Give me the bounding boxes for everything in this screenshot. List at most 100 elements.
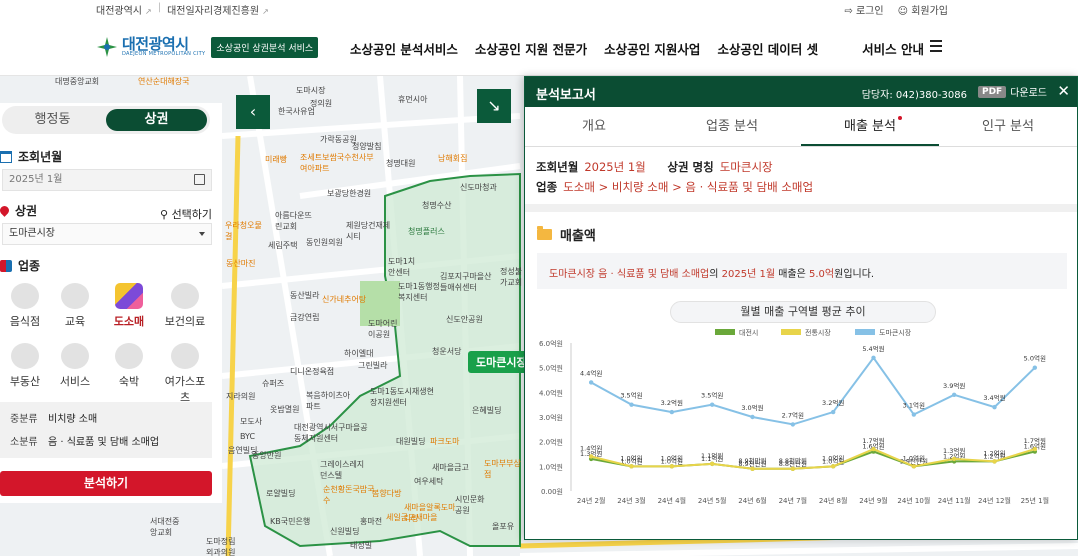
category-realestate[interactable]: 부동산 bbox=[0, 343, 50, 389]
tab-population[interactable]: 인구 분석 bbox=[939, 107, 1077, 146]
x-tick-label: 24년 3월 bbox=[617, 496, 645, 505]
x-tick-label: 24년 4월 bbox=[658, 496, 686, 505]
map-label: 도마시장 bbox=[296, 86, 326, 95]
tab-overview[interactable]: 개요 bbox=[525, 107, 663, 146]
map-label: 새마을금고 bbox=[432, 463, 469, 472]
map-label: 지라의원 bbox=[226, 392, 256, 401]
collapse-left-arrow-icon[interactable]: ‹ bbox=[236, 95, 270, 129]
sales-chart: 월별 매출 구역별 평균 추이 0.00원 1.0억원 2.0억원 3.0억원 4.0억… bbox=[525, 295, 1077, 518]
map-label: 디니온정육점 bbox=[290, 367, 335, 376]
report-title: 분석보고서 bbox=[536, 88, 596, 103]
data-label: 3.2억원 bbox=[822, 398, 844, 407]
link-daejeon[interactable]: 대전광역시 ↗ bbox=[96, 2, 152, 17]
series-line-2 bbox=[590, 356, 1036, 426]
pill-icon bbox=[171, 283, 199, 309]
map-label: 순천황돈국밥국수 bbox=[323, 485, 375, 505]
map-label: 동인원의원 bbox=[306, 238, 343, 247]
category-education[interactable]: 교육 bbox=[50, 283, 100, 329]
map-label: 봄향다방 bbox=[372, 489, 402, 498]
x-tick-label: 24년 11월 bbox=[938, 496, 971, 505]
map-label: 신도안공원 bbox=[446, 315, 483, 324]
series-line-1 bbox=[590, 447, 1036, 470]
period-title: 조회년월 bbox=[0, 148, 62, 165]
tab-business[interactable]: 업종 분석 bbox=[663, 107, 801, 146]
service-icon bbox=[61, 343, 89, 369]
category-health[interactable]: 보건의료 bbox=[160, 283, 210, 329]
nav-guide[interactable]: 서비스 안내 bbox=[862, 39, 924, 58]
data-point bbox=[830, 409, 836, 415]
bed-icon bbox=[115, 343, 143, 369]
nav-support[interactable]: 소상공인 지원사업 bbox=[604, 39, 700, 58]
sales-summary: 도마큰시장 음 · 식료품 및 담배 소매업의 2025년 1월 매출은 5.0… bbox=[537, 253, 1067, 289]
pdf-download-button[interactable]: PDF 다운로드 bbox=[977, 84, 1047, 99]
logo-subtitle: DAEJEON METROPOLITAN CITY bbox=[122, 51, 206, 57]
map-label: 여우세탁 bbox=[414, 477, 444, 486]
category-lodging[interactable]: 숙박 bbox=[104, 343, 154, 389]
analyze-button[interactable]: 분석하기 bbox=[0, 471, 212, 496]
mid-category-value: 비치량 소매 bbox=[48, 414, 98, 425]
util-bar: 대전광역시 ↗ | 대전일자리경제진흥원 ↗ ⇨ 로그인 ☺ 회원가입 bbox=[96, 2, 948, 17]
data-point bbox=[669, 409, 675, 415]
map-label: 청운서당 bbox=[432, 347, 462, 356]
sub-category-key: 소분류 bbox=[10, 437, 38, 448]
magnifier-house-icon bbox=[11, 343, 39, 369]
category-service[interactable]: 서비스 bbox=[50, 343, 100, 389]
map-label: KB국민은행 bbox=[270, 517, 311, 526]
header: 대전광역시 DAEJEON METROPOLITAN CITY 소상공인 상권분… bbox=[0, 18, 1078, 76]
nav-experts[interactable]: 소상공인 지원 전문가 bbox=[475, 39, 587, 58]
data-label: 1.3억원 bbox=[943, 446, 965, 455]
category-leisure[interactable]: 여가스포츠 bbox=[160, 343, 210, 405]
data-point bbox=[992, 459, 997, 464]
map-label: 대원빌딩 bbox=[396, 437, 426, 446]
y-tick-label: 0.00원 bbox=[541, 487, 563, 496]
map-label: 미래빵 bbox=[265, 155, 288, 164]
map-label: 남해회집 bbox=[438, 154, 468, 163]
data-point bbox=[951, 392, 957, 397]
map-label: 가락동공원 bbox=[320, 135, 357, 144]
select-area-button[interactable]: ⚲ 선택하기 bbox=[160, 206, 212, 222]
map-label: 옷밤멸원 bbox=[270, 405, 300, 414]
close-icon[interactable]: ✕ bbox=[1057, 82, 1070, 100]
expand-arrow-icon[interactable]: ↘ bbox=[477, 89, 511, 123]
data-label: 8.8천만원 bbox=[779, 456, 807, 465]
period-input[interactable]: 2025년 1월 bbox=[2, 169, 212, 191]
map-label: 모도사 bbox=[240, 417, 263, 426]
sports-icon bbox=[171, 343, 199, 369]
y-tick-label: 4.0억원 bbox=[539, 388, 563, 397]
data-label: 2.7억원 bbox=[782, 410, 804, 419]
data-label: 3.5억원 bbox=[620, 391, 642, 400]
map-label: 조세트보쌈국수천사부여아파트 bbox=[300, 153, 374, 173]
login-link[interactable]: ⇨ 로그인 bbox=[844, 2, 883, 17]
map-label: 중앙반원 bbox=[252, 451, 282, 460]
map-label: 슈퍼즈 bbox=[262, 379, 285, 388]
map-label: 금강연립 bbox=[290, 313, 320, 322]
link-djbea[interactable]: 대전일자리경제진흥원 ↗ bbox=[167, 2, 269, 17]
x-tick-label: 24년 7월 bbox=[779, 496, 807, 505]
map-label: 한국사유업 bbox=[278, 107, 315, 116]
nav-analysis[interactable]: 소상공인 분석서비스 bbox=[350, 39, 458, 58]
y-tick-label: 5.0억원 bbox=[539, 364, 563, 373]
data-point bbox=[911, 412, 917, 417]
category-food[interactable]: 음식점 bbox=[0, 283, 50, 329]
legend-label: 전통시장 bbox=[805, 328, 831, 337]
tab-sales[interactable]: 매출 분석 bbox=[801, 107, 939, 146]
nav-dataset[interactable]: 소상공인 데이터 셋 bbox=[717, 39, 818, 58]
map-label: 청명수산 bbox=[422, 201, 452, 210]
contact-info: 담당자: 042)380-3086 bbox=[861, 90, 967, 101]
map-label: 도마부부상점 bbox=[484, 459, 521, 479]
logo[interactable]: 대전광역시 DAEJEON METROPOLITAN CITY 소상공인 상권분… bbox=[96, 36, 319, 58]
map-label: 대명중앙교회 bbox=[55, 77, 100, 86]
signup-link[interactable]: ☺ 회원가입 bbox=[898, 2, 948, 17]
map-label: 로얄빌딩 bbox=[266, 489, 296, 498]
map-label: 아름다운뜨린교회 bbox=[275, 211, 312, 231]
legend-label: 도마큰시장 bbox=[879, 328, 912, 337]
area-select[interactable]: 도마큰시장 bbox=[2, 223, 212, 245]
toggle-area[interactable]: 상권 bbox=[106, 109, 207, 131]
search-panel: 행정동 상권 조회년월 2025년 1월 상권 ⚲ 선택하기 도마큰시장 업종 … bbox=[0, 103, 222, 503]
category-info: 중분류 비치량 소매 소분류 음 · 식료품 및 담배 소매업 bbox=[0, 402, 212, 458]
mode-toggle: 행정동 상권 bbox=[2, 106, 210, 134]
menu-icon[interactable] bbox=[930, 40, 942, 55]
toggle-dong[interactable]: 행정동 bbox=[2, 106, 103, 134]
data-point bbox=[830, 464, 836, 469]
category-retail[interactable]: 도소매 bbox=[104, 283, 154, 329]
